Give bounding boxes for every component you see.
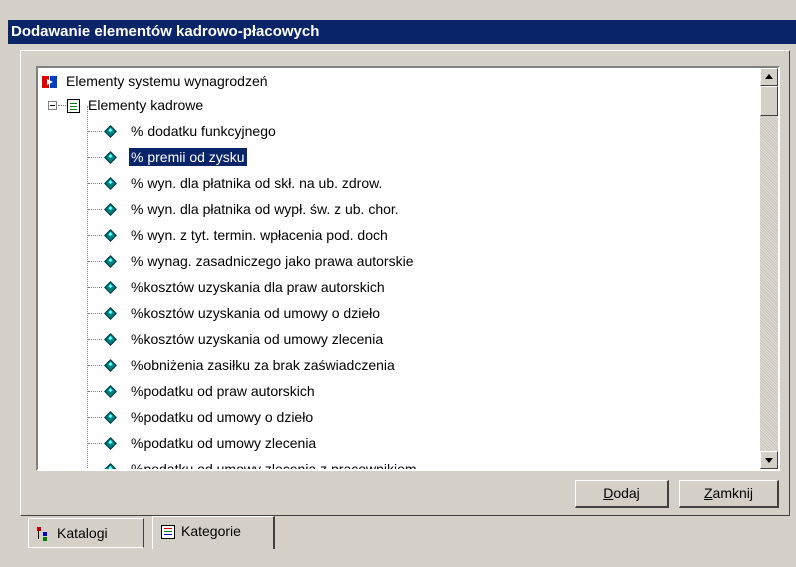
element-diamond-icon	[104, 202, 117, 216]
element-diamond-icon	[104, 254, 117, 268]
tree-item-label: %kosztów uzyskania od umowy zlecenia	[131, 331, 384, 347]
tree-item-label: %obniżenia zasiłku za brak zaświadczenia	[131, 357, 395, 373]
element-diamond-icon	[104, 306, 117, 320]
scroll-down-button[interactable]	[760, 451, 778, 469]
element-diamond-icon	[104, 332, 117, 346]
element-diamond-icon	[104, 124, 117, 138]
tab-kategorie-label: Kategorie	[181, 523, 241, 539]
tree-item-label: %podatku od umowy zlecenia z pracownikie…	[131, 461, 417, 469]
content-panel: Elementy systemu wynagrodzeń Elementy ka…	[20, 50, 792, 516]
window-title: Dodawanie elementów kadrowo-płacowych	[8, 20, 796, 44]
payroll-system-icon	[42, 75, 58, 89]
add-button-mnemonic: D	[603, 485, 614, 501]
tree-root-label: Elementy systemu wynagrodzeń	[66, 73, 268, 89]
element-diamond-icon	[104, 358, 117, 372]
element-diamond-icon	[104, 228, 117, 242]
close-button-mnemonic: Z	[703, 485, 713, 501]
tree-item-label: %podatku od umowy zlecenia	[131, 435, 317, 451]
scroll-up-button[interactable]	[760, 68, 778, 86]
tree-root[interactable]: Elementy systemu wynagrodzeń	[42, 68, 270, 94]
tree-item[interactable]: % premii od zysku	[102, 144, 248, 170]
tree-icon	[37, 527, 51, 542]
close-button-rest: amknij	[712, 485, 754, 501]
element-diamond-icon	[104, 410, 117, 424]
tree-item[interactable]: %kosztów uzyskania dla praw autorskich	[102, 274, 387, 300]
collapse-toggle-icon[interactable]	[48, 101, 57, 110]
tree-item[interactable]: % wyn. dla płatnika od wypł. św. z ub. c…	[102, 196, 401, 222]
document-list-icon	[67, 99, 80, 114]
tree-item[interactable]: % wynag. zasadniczego jako prawa autorsk…	[102, 248, 416, 274]
element-diamond-icon	[104, 462, 117, 469]
element-diamond-icon	[104, 150, 117, 164]
tree-item-label: % dodatku funkcyjnego	[131, 123, 276, 139]
arrow-down-icon	[765, 458, 773, 463]
tree-item[interactable]: % wyn. dla płatnika od skł. na ub. zdrow…	[102, 170, 384, 196]
tree-item-label: % wyn. dla płatnika od wypł. św. z ub. c…	[131, 201, 399, 217]
tree-item-label: %podatku od umowy o dzieło	[131, 409, 314, 425]
tree-item[interactable]: %podatku od umowy zlecenia z pracownikie…	[102, 456, 419, 469]
elements-tree[interactable]: Elementy systemu wynagrodzeń Elementy ka…	[36, 66, 780, 471]
tab-katalogi[interactable]: Katalogi	[28, 518, 144, 548]
tree-item-label: % wyn. dla płatnika od skł. na ub. zdrow…	[131, 175, 383, 191]
tree-item-label: % wyn. z tyt. termin. wpłacenia pod. doc…	[131, 227, 388, 243]
tree-item[interactable]: %podatku od praw autorskich	[102, 378, 317, 404]
element-diamond-icon	[104, 384, 117, 398]
tree-item-label: % wynag. zasadniczego jako prawa autorsk…	[131, 253, 414, 269]
tree-item[interactable]: %kosztów uzyskania od umowy o dzieło	[102, 300, 382, 326]
element-diamond-icon	[104, 176, 117, 190]
tree-item[interactable]: % wyn. z tyt. termin. wpłacenia pod. doc…	[102, 222, 390, 248]
tree-item[interactable]: %obniżenia zasiłku za brak zaświadczenia	[102, 352, 397, 378]
tab-katalogi-label: Katalogi	[57, 525, 108, 541]
add-button[interactable]: Dodaj	[575, 480, 669, 508]
element-diamond-icon	[104, 280, 117, 294]
tree-item-label: % premii od zysku	[128, 147, 248, 167]
arrow-up-icon	[765, 74, 773, 79]
element-diamond-icon	[104, 436, 117, 450]
tree-item-label: %kosztów uzyskania od umowy o dzieło	[131, 305, 381, 321]
close-button[interactable]: Zamknij	[679, 480, 779, 508]
add-button-rest: odaj	[613, 485, 640, 501]
tree-item[interactable]: %podatku od umowy o dzieło	[102, 404, 315, 430]
scroll-thumb[interactable]	[760, 86, 778, 116]
tree-item[interactable]: % dodatku funkcyjnego	[102, 118, 278, 144]
list-icon	[161, 525, 175, 540]
vertical-scrollbar[interactable]	[760, 68, 778, 469]
tree-item-label: %kosztów uzyskania dla praw autorskich	[131, 279, 385, 295]
tree-group-label: Elementy kadrowe	[88, 97, 204, 113]
tree-item-label: %podatku od praw autorskich	[131, 383, 315, 399]
tree-item[interactable]: %podatku od umowy zlecenia	[102, 430, 318, 456]
tab-kategorie[interactable]: Kategorie	[152, 516, 275, 549]
tree-item[interactable]: %kosztów uzyskania od umowy zlecenia	[102, 326, 385, 352]
